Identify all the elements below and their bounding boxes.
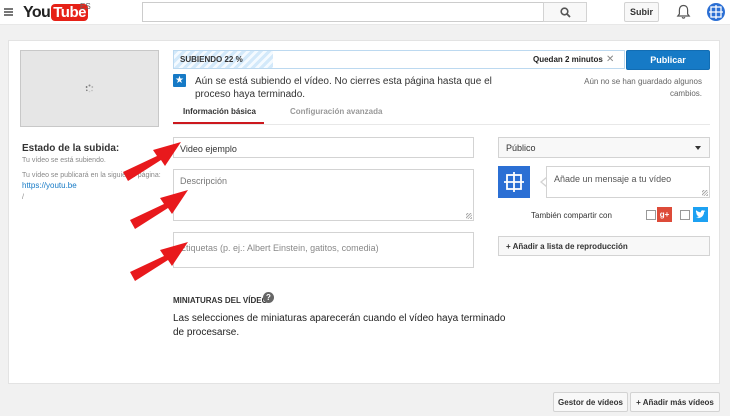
- title-field[interactable]: Video ejemplo: [173, 137, 474, 158]
- search-button[interactable]: [543, 2, 587, 22]
- annotation-arrow-tags: [130, 242, 188, 281]
- upload-progress-bar: SUBIENDO 22 % Quedan 2 minutos ✕: [173, 50, 625, 69]
- tab-advanced-settings[interactable]: Configuración avanzada: [290, 107, 382, 116]
- spinner-icon: [85, 84, 94, 93]
- resize-handle[interactable]: [702, 190, 708, 196]
- upload-status-title: Estado de la subida:: [22, 143, 120, 154]
- also-share-label: También compartir con: [531, 211, 612, 220]
- search-icon: [559, 6, 571, 18]
- upload-status-text: Tu vídeo se está subiendo.: [22, 157, 106, 164]
- chevron-down-icon: [695, 146, 701, 150]
- progress-label: SUBIENDO 22 %: [180, 55, 243, 64]
- youtube-logo[interactable]: You Tube: [23, 4, 88, 21]
- thumbnails-title: MINIATURAS DEL VÍDEO: [173, 296, 268, 305]
- tabs-divider: [173, 124, 710, 125]
- annotation-arrow-description: [130, 190, 188, 229]
- share-message-placeholder: Añade un mensaje a tu vídeo: [554, 174, 672, 184]
- unsaved-changes-text: Aún no se han guardado algunos cambios.: [584, 77, 702, 98]
- video-url-link[interactable]: https://youtu.be: [22, 181, 77, 190]
- bell-icon[interactable]: [676, 4, 691, 20]
- upload-card: SUBIENDO 22 % Quedan 2 minutos ✕ Publica…: [8, 40, 720, 384]
- publish-button[interactable]: Publicar: [626, 50, 710, 70]
- menu-icon[interactable]: [4, 8, 13, 16]
- thumbnails-message: Las selecciones de miniaturas aparecerán…: [173, 313, 506, 338]
- time-remaining: Quedan 2 minutos: [533, 55, 603, 64]
- tags-field[interactable]: Etiquetas (p. ej.: Albert Einstein, gati…: [173, 232, 474, 268]
- share-twitter-checkbox[interactable]: [680, 210, 690, 220]
- star-icon: ★: [173, 74, 186, 87]
- search-input[interactable]: [142, 2, 544, 22]
- description-field[interactable]: Descripción: [173, 169, 474, 221]
- add-more-videos-button[interactable]: + Añadir más vídeos: [630, 392, 720, 412]
- privacy-value: Público: [506, 143, 536, 153]
- annotation-arrow-title: [123, 142, 181, 181]
- top-header: You Tube ES Subir: [0, 0, 730, 25]
- video-manager-button[interactable]: Gestor de vídeos: [553, 392, 628, 412]
- avatar-icon[interactable]: [707, 3, 725, 21]
- close-icon[interactable]: ✕: [606, 54, 614, 65]
- help-icon[interactable]: ?: [263, 292, 274, 303]
- share-message-field[interactable]: Añade un mensaje a tu vídeo: [546, 166, 710, 198]
- logo-you: You: [23, 3, 51, 21]
- google-plus-icon: g+: [657, 207, 672, 222]
- tab-basic-info[interactable]: Información básica: [183, 107, 256, 116]
- privacy-select[interactable]: Público: [498, 137, 710, 158]
- upload-notice: Aún se está subiendo el vídeo. No cierre…: [195, 76, 492, 100]
- upload-button[interactable]: Subir: [624, 2, 659, 22]
- channel-avatar: [498, 166, 530, 198]
- twitter-icon: [693, 207, 708, 222]
- video-thumbnail-placeholder: [20, 50, 159, 127]
- region-code: ES: [80, 2, 91, 11]
- resize-handle[interactable]: [466, 213, 472, 219]
- share-gplus-checkbox[interactable]: [646, 210, 656, 220]
- status-mark: /: [22, 194, 24, 201]
- add-to-playlist-button[interactable]: + Añadir a lista de reproducción: [498, 236, 710, 256]
- description-placeholder: Descripción: [180, 176, 228, 186]
